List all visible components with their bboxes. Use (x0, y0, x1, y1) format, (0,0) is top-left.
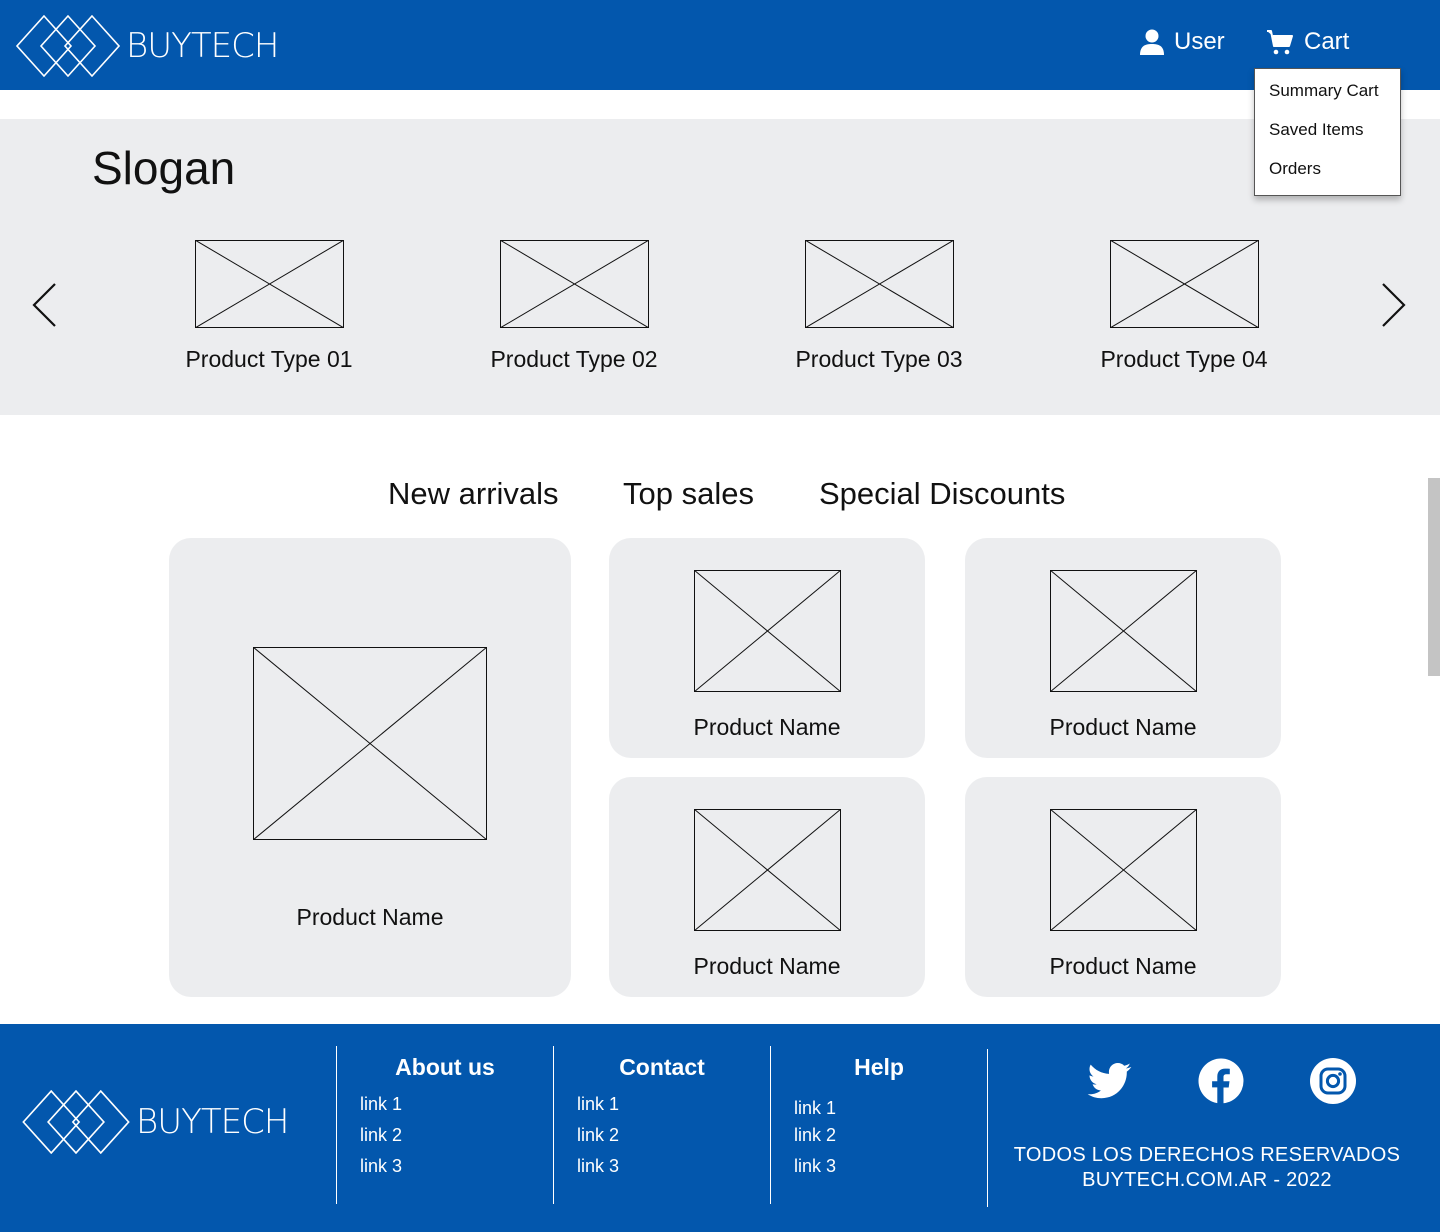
user-menu-button[interactable]: User (1140, 28, 1225, 56)
product-type-item[interactable]: Product Type 01 (149, 240, 389, 373)
product-name: Product Name (1049, 953, 1197, 979)
menu-item-saved-items[interactable]: Saved Items (1269, 120, 1364, 140)
cart-icon (1267, 30, 1293, 55)
product-type-item[interactable]: Product Type 03 (759, 240, 999, 373)
footer-brand-logo[interactable]: BUYTECH (22, 1090, 289, 1154)
footer-column-help: Help link 1 link 2 link 3 (779, 1054, 979, 1176)
chevron-left-icon[interactable] (30, 281, 60, 329)
diamond-logo-icon (22, 1090, 130, 1154)
footer-link[interactable]: link 1 (577, 1094, 619, 1115)
product-card[interactable]: Product Name (965, 538, 1281, 758)
brand-name: BUYTECH (136, 1102, 289, 1142)
facebook-icon[interactable] (1197, 1057, 1245, 1105)
product-type-label: Product Type 01 (185, 346, 353, 372)
twitter-icon[interactable] (1085, 1057, 1133, 1105)
rights-line-1: TODOS LOS DERECHOS RESERVADOS (1013, 1144, 1401, 1166)
product-name: Product Name (693, 953, 841, 979)
footer-column-title: About us (395, 1054, 495, 1080)
image-placeholder-icon (1109, 240, 1259, 328)
product-type-label: Product Type 03 (795, 346, 963, 372)
product-card[interactable]: Product Name (609, 777, 925, 997)
cart-dropdown-menu: Summary Cart Saved Items Orders (1254, 68, 1401, 196)
image-placeholder-icon (694, 570, 841, 692)
menu-item-orders[interactable]: Orders (1269, 159, 1321, 179)
rights-line-2: BUYTECH.COM.AR - 2022 (1082, 1169, 1332, 1191)
product-name: Product Name (693, 714, 841, 740)
cart-menu-button[interactable]: Cart (1266, 28, 1349, 56)
footer-link[interactable]: link 3 (577, 1156, 619, 1177)
footer-link[interactable]: link 1 (360, 1094, 402, 1115)
instagram-icon[interactable] (1309, 1057, 1357, 1105)
image-placeholder-icon (804, 240, 954, 328)
hero-banner: Slogan Product Type 01 Product Type 02 P… (0, 119, 1440, 415)
image-placeholder-icon (194, 240, 344, 328)
footer-link[interactable]: link 2 (794, 1125, 836, 1146)
tab-new-arrivals[interactable]: New arrivals (388, 476, 559, 512)
product-name: Product Name (1049, 714, 1197, 740)
product-name: Product Name (296, 904, 444, 930)
footer-link[interactable]: link 2 (577, 1125, 619, 1146)
user-icon (1140, 29, 1164, 55)
footer-link[interactable]: link 3 (360, 1156, 402, 1177)
product-type-label: Product Type 04 (1100, 346, 1268, 372)
copyright-text: TODOS LOS DERECHOS RESERVADOS BUYTECH.CO… (1000, 1143, 1414, 1193)
brand-name: BUYTECH (126, 26, 279, 66)
site-footer: BUYTECH About us link 1 link 2 link 3 Co… (0, 1024, 1440, 1232)
cart-label: Cart (1304, 28, 1350, 55)
footer-column-title: Help (854, 1054, 904, 1080)
site-header: BUYTECH User Cart (0, 0, 1440, 90)
image-placeholder-icon (1050, 570, 1197, 692)
page-scrollbar[interactable] (1428, 478, 1440, 676)
footer-column-about: About us link 1 link 2 link 3 (345, 1054, 545, 1176)
footer-link[interactable]: link 2 (360, 1125, 402, 1146)
footer-column-title: Contact (619, 1054, 705, 1080)
image-placeholder-icon (499, 240, 649, 328)
footer-column-contact: Contact link 1 link 2 link 3 (562, 1054, 762, 1176)
footer-divider (987, 1049, 988, 1207)
user-label: User (1174, 28, 1225, 55)
product-card-featured[interactable]: Product Name (169, 538, 571, 997)
footer-link[interactable]: link 3 (794, 1156, 836, 1177)
footer-divider (770, 1046, 771, 1204)
product-type-label: Product Type 02 (490, 346, 658, 372)
image-placeholder-icon (694, 809, 841, 931)
footer-divider (336, 1046, 337, 1204)
image-placeholder-icon (1050, 809, 1197, 931)
product-type-item[interactable]: Product Type 02 (454, 240, 694, 373)
tab-special-discounts[interactable]: Special Discounts (819, 476, 1065, 512)
chevron-right-icon[interactable] (1378, 281, 1408, 329)
product-card[interactable]: Product Name (609, 538, 925, 758)
product-type-item[interactable]: Product Type 04 (1064, 240, 1304, 373)
footer-divider (553, 1046, 554, 1204)
tab-top-sales[interactable]: Top sales (623, 476, 754, 512)
product-card[interactable]: Product Name (965, 777, 1281, 997)
slogan-heading: Slogan (92, 142, 236, 194)
brand-logo[interactable]: BUYTECH (16, 14, 279, 78)
diamond-logo-icon (16, 15, 120, 77)
footer-link[interactable]: link 1 (794, 1098, 836, 1119)
menu-item-summary-cart[interactable]: Summary Cart (1269, 81, 1379, 101)
image-placeholder-icon (253, 647, 487, 840)
